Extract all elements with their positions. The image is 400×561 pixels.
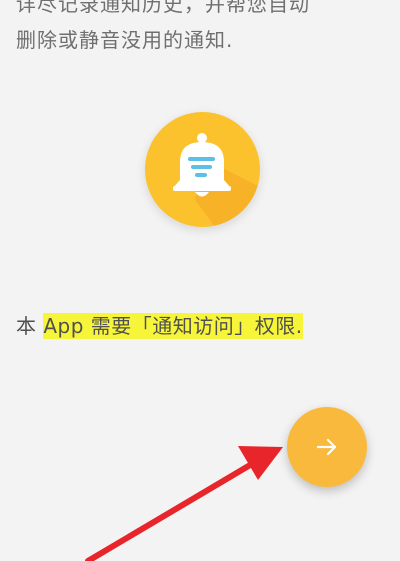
arrow-right-icon bbox=[316, 438, 337, 456]
intro-line-2: 删除或静音没用的通知. bbox=[16, 28, 234, 52]
permission-highlighted-text: App 需要「通知访问」权限. bbox=[43, 313, 303, 339]
bell-icon bbox=[173, 133, 260, 227]
notification-bell-badge bbox=[145, 112, 260, 227]
intro-line-1: 详尽记录通知历史，并帮您自动 bbox=[16, 0, 310, 16]
next-button[interactable] bbox=[287, 407, 367, 487]
intro-description: 详尽记录通知历史，并帮您自动 删除或静音没用的通知. bbox=[16, 0, 316, 58]
permission-requirement: 本 App 需要「通知访问」权限. bbox=[16, 311, 303, 341]
permission-prefix: 本 bbox=[16, 314, 44, 338]
